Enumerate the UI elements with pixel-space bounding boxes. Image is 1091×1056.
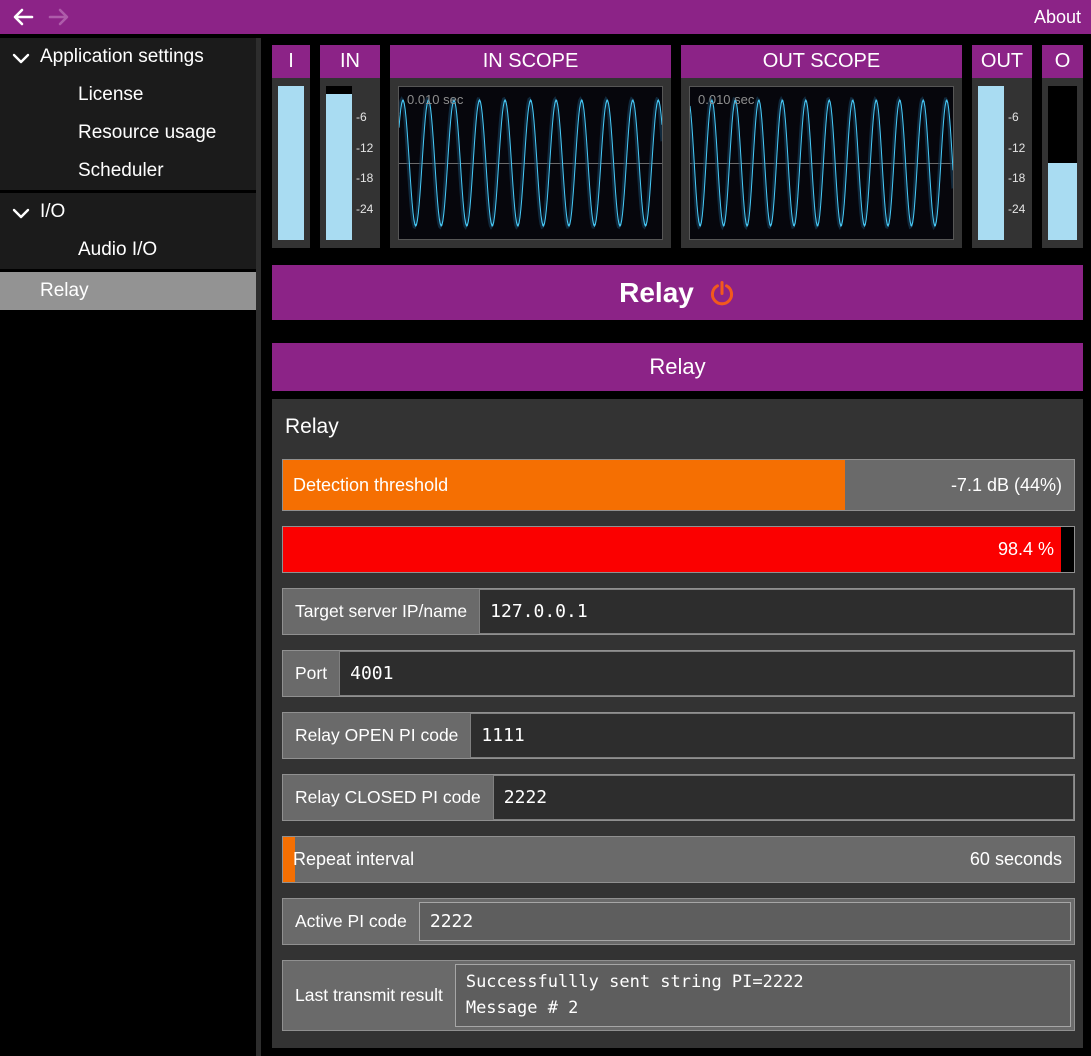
- relay-open-pi-input[interactable]: 1111: [470, 713, 1074, 758]
- active-pi-row: Active PI code 2222: [282, 898, 1075, 945]
- scope-display: 0.010 sec: [398, 86, 663, 240]
- about-menu[interactable]: About: [1034, 0, 1081, 34]
- field-label: Relay CLOSED PI code: [283, 775, 493, 820]
- sidebar-item-license[interactable]: License: [0, 76, 256, 114]
- meter-track: [326, 86, 352, 240]
- db-tick: -18: [356, 171, 373, 185]
- field-label: Active PI code: [283, 899, 419, 944]
- top-bar: About: [0, 0, 1091, 34]
- meter-track: [278, 86, 304, 240]
- sidebar-item-relay-selected[interactable]: Relay: [0, 272, 256, 310]
- relay-closed-pi-row: Relay CLOSED PI code 2222: [282, 774, 1075, 821]
- port-input[interactable]: 4001: [339, 651, 1074, 696]
- sidebar-item-resource-usage[interactable]: Resource usage: [0, 114, 256, 152]
- sidebar-item-audio-io[interactable]: Audio I/O: [0, 231, 256, 269]
- level-fill: [283, 527, 1061, 572]
- slider-label: Repeat interval: [293, 837, 414, 882]
- db-tick: -24: [356, 202, 373, 216]
- app-window: About Application settings License Resou…: [0, 0, 1091, 1056]
- last-transmit-readout: Successfullly sent string PI=2222 Messag…: [455, 964, 1071, 1027]
- forward-icon[interactable]: [46, 6, 72, 28]
- scope-time-label: 0.010 sec: [698, 92, 754, 107]
- level-value: 98.4 %: [998, 527, 1054, 572]
- db-tick: -12: [1008, 141, 1025, 155]
- sidebar-item-application-settings[interactable]: Application settings: [0, 38, 256, 76]
- sidebar: Application settings License Resource us…: [0, 38, 256, 1056]
- sidebar-group-application-settings: Application settings License Resource us…: [0, 38, 256, 190]
- field-label: Target server IP/name: [283, 589, 479, 634]
- in-scope: IN SCOPE 0.010 sec: [390, 45, 671, 248]
- chevron-down-icon: [12, 52, 30, 66]
- waveform: [399, 87, 662, 239]
- meter-track: [1048, 86, 1077, 240]
- meter-title: I: [272, 45, 310, 78]
- scope-title: IN SCOPE: [390, 45, 671, 78]
- last-transmit-row: Last transmit result Successfullly sent …: [282, 960, 1075, 1031]
- meter-title: O: [1042, 45, 1083, 78]
- meter-fill: [1048, 163, 1077, 240]
- meter-track: [978, 86, 1004, 240]
- repeat-interval-slider[interactable]: Repeat interval 60 seconds: [282, 836, 1075, 883]
- meter-strip: I IN -6 -12 -18 -24 IN: [272, 45, 1083, 248]
- relay-settings-panel: Relay Detection threshold -7.1 dB (44%) …: [272, 399, 1083, 1048]
- detection-threshold-slider[interactable]: Detection threshold -7.1 dB (44%): [282, 459, 1075, 511]
- field-label: Relay OPEN PI code: [283, 713, 470, 758]
- input-level-meter-in: IN -6 -12 -18 -24: [320, 45, 380, 248]
- out-scope: OUT SCOPE 0.010 sec: [681, 45, 962, 248]
- field-label: Port: [283, 651, 339, 696]
- relay-header-button[interactable]: Relay: [272, 265, 1083, 320]
- relay-open-pi-row: Relay OPEN PI code 1111: [282, 712, 1075, 759]
- input-level-meter-i: I: [272, 45, 310, 248]
- meter-fill: [278, 86, 304, 240]
- slider-label: Detection threshold: [293, 460, 448, 510]
- waveform: [690, 87, 953, 239]
- db-tick: -6: [356, 110, 367, 124]
- output-level-meter-o: O: [1042, 45, 1083, 248]
- active-pi-readout: 2222: [419, 902, 1071, 941]
- meter-db-scale: -6 -12 -18 -24: [352, 86, 380, 240]
- meter-title: IN: [320, 45, 380, 78]
- power-icon[interactable]: [708, 280, 736, 308]
- slider-value: 60 seconds: [970, 837, 1062, 882]
- scope-title: OUT SCOPE: [681, 45, 962, 78]
- target-server-input[interactable]: 127.0.0.1: [479, 589, 1074, 634]
- meter-title: OUT: [972, 45, 1032, 78]
- meter-fill: [978, 86, 1004, 240]
- chevron-down-icon: [12, 207, 30, 221]
- sidebar-group-io: I/O Audio I/O: [0, 193, 256, 269]
- db-tick: -6: [1008, 110, 1019, 124]
- relay-closed-pi-input[interactable]: 2222: [493, 775, 1074, 820]
- meter-fill: [326, 94, 352, 240]
- sidebar-item-io[interactable]: I/O: [0, 193, 256, 231]
- panel-title: Relay: [285, 415, 1075, 439]
- port-row: Port 4001: [282, 650, 1075, 697]
- sidebar-item-label: I/O: [40, 201, 65, 223]
- sidebar-item-scheduler[interactable]: Scheduler: [0, 152, 256, 190]
- back-icon[interactable]: [10, 6, 36, 28]
- slider-value: -7.1 dB (44%): [951, 460, 1062, 510]
- db-tick: -18: [1008, 171, 1025, 185]
- sidebar-item-label: Application settings: [40, 46, 204, 68]
- db-tick: -12: [356, 141, 373, 155]
- scope-time-label: 0.010 sec: [407, 92, 463, 107]
- meter-db-scale: -6 -12 -18 -24: [1004, 86, 1032, 240]
- sidebar-splitter[interactable]: [256, 38, 261, 1056]
- scope-display: 0.010 sec: [689, 86, 954, 240]
- relay-section-header[interactable]: Relay: [272, 343, 1083, 391]
- target-server-row: Target server IP/name 127.0.0.1: [282, 588, 1075, 635]
- relay-header-title: Relay: [619, 277, 694, 309]
- signal-level-meter: 98.4 %: [282, 526, 1075, 573]
- db-tick: -24: [1008, 202, 1025, 216]
- output-level-meter-out: OUT -6 -12 -18 -24: [972, 45, 1032, 248]
- field-label: Last transmit result: [283, 961, 455, 1030]
